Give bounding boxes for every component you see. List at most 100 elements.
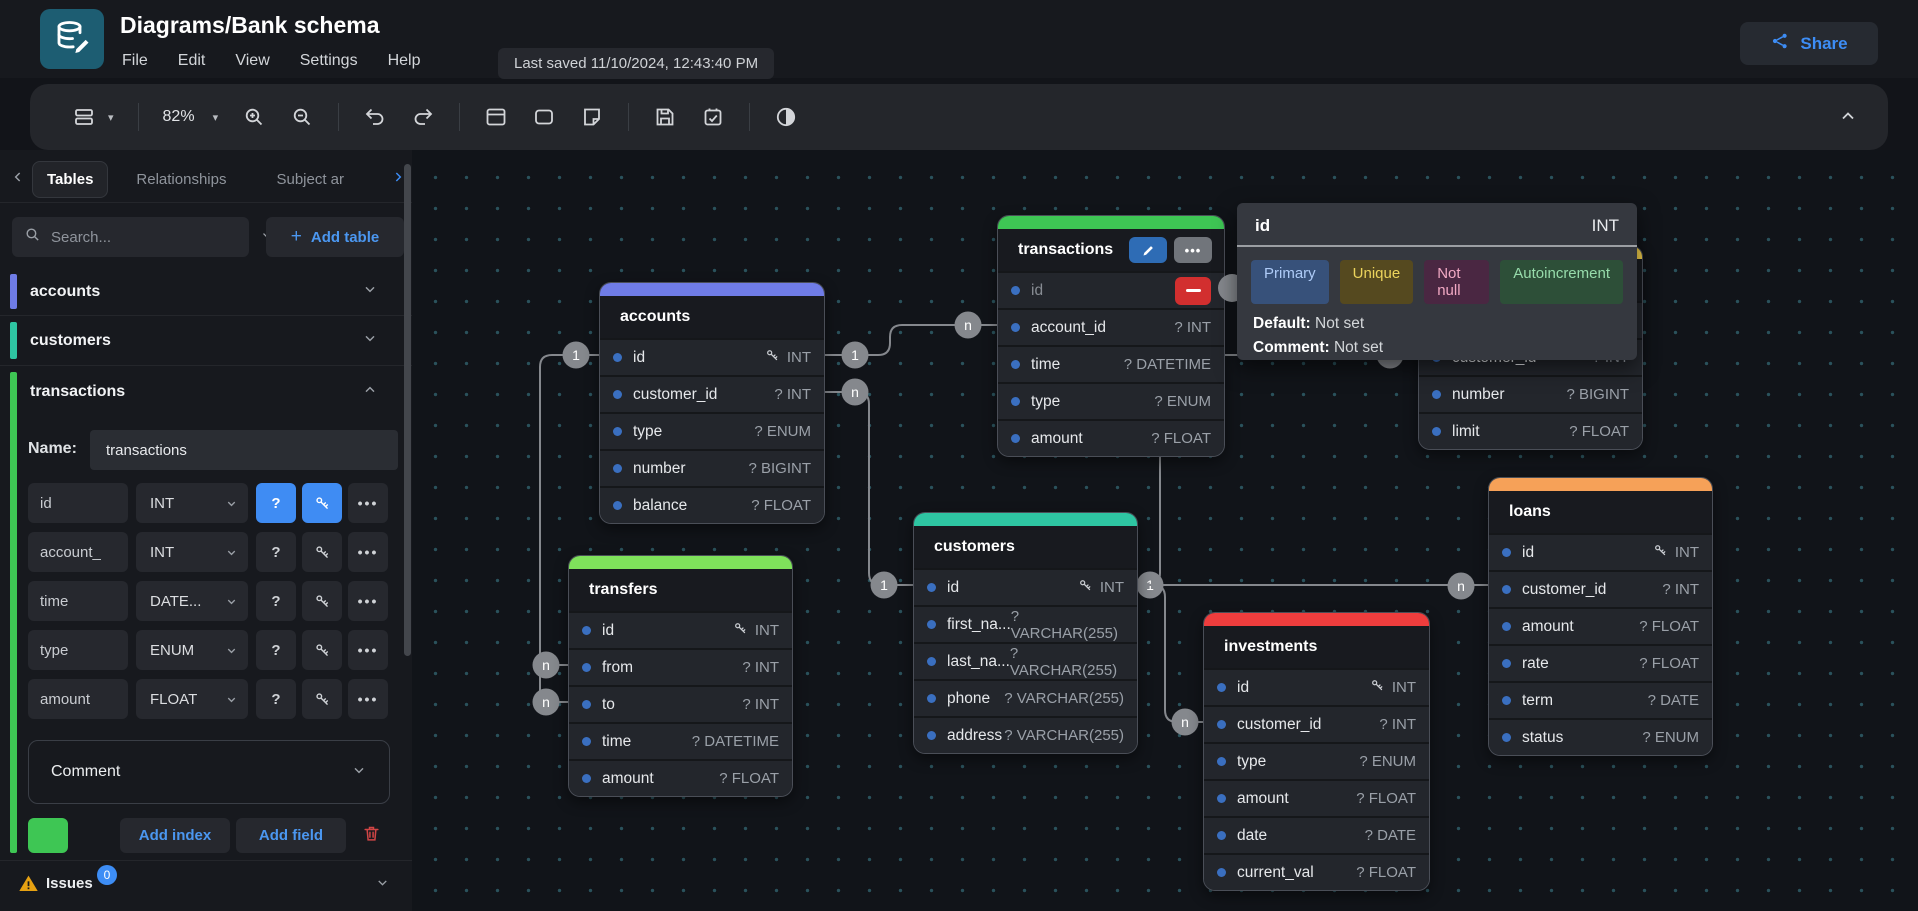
app-logo[interactable] [40,9,104,69]
nullable-toggle-amount[interactable]: ? [256,679,296,719]
issues-bar[interactable]: Issues 0 [0,860,412,911]
table-customers[interactable]: customersidINTfirst_na...? VARCHAR(255)l… [913,512,1138,754]
field-row-time[interactable]: time? DATETIME [998,345,1224,382]
field-type-select-type[interactable]: ENUM [136,630,248,670]
field-row-id[interactable]: idINT [914,568,1137,605]
field-row-number[interactable]: number? BIGINT [600,449,824,486]
table-header[interactable]: transactions••• [998,229,1224,271]
zoom-out-icon[interactable] [290,105,314,129]
table-header[interactable]: accounts [600,296,824,338]
field-row-customer_id[interactable]: customer_id? INT [1204,705,1429,742]
table-header[interactable]: customers [914,526,1137,568]
comment-section[interactable]: Comment [28,740,390,804]
share-button[interactable]: Share [1740,22,1878,65]
primary-key-toggle-id[interactable] [302,483,342,523]
add-area-icon[interactable] [532,105,556,129]
tab-relationships[interactable]: Relationships [122,162,240,197]
add-table-button[interactable]: + Add table [266,217,404,257]
zoom-in-icon[interactable] [242,105,266,129]
field-row-amount[interactable]: amount? FLOAT [998,419,1224,456]
field-row-to[interactable]: to? INT [569,685,792,722]
field-name-box-account_[interactable]: account_ [28,532,128,572]
undo-icon[interactable] [363,105,387,129]
field-row-id[interactable]: idINT [1489,533,1712,570]
table-name-input[interactable] [90,430,398,470]
field-more-button-amount[interactable]: ••• [348,679,388,719]
field-row-type[interactable]: type? ENUM [998,382,1224,419]
field-row-from[interactable]: from? INT [569,648,792,685]
field-row-customer_id[interactable]: customer_id? INT [1489,570,1712,607]
field-name-box-type[interactable]: type [28,630,128,670]
field-name-box-time[interactable]: time [28,581,128,621]
save-icon[interactable] [653,105,677,129]
table-color-swatch[interactable] [28,818,68,853]
table-accounts[interactable]: accountsidINTcustomer_id? INTtype? ENUMn… [599,282,825,524]
sidebar-item-customers[interactable]: customers [0,316,412,366]
field-row-status[interactable]: status? ENUM [1489,718,1712,755]
field-type-select-account_[interactable]: INT [136,532,248,572]
tab-tables[interactable]: Tables [32,161,108,198]
primary-key-toggle-type[interactable] [302,630,342,670]
nullable-toggle-id[interactable]: ? [256,483,296,523]
field-row-account_id[interactable]: account_id? INT [998,308,1224,345]
collapse-chevron-icon[interactable] [1836,104,1860,128]
nullable-toggle-account_[interactable]: ? [256,532,296,572]
add-index-button[interactable]: Add index [120,818,230,853]
field-row-id[interactable]: id [998,271,1224,308]
tab-subject-areas[interactable]: Subject ar [262,162,358,197]
tabs-scroll-left-icon[interactable] [10,169,26,190]
field-row-current_val[interactable]: current_val? FLOAT [1204,853,1429,890]
table-more-button[interactable]: ••• [1174,237,1212,263]
field-row-id[interactable]: idINT [600,338,824,375]
field-row-date[interactable]: date? DATE [1204,816,1429,853]
add-field-button[interactable]: Add field [236,818,346,853]
edit-table-button[interactable] [1129,237,1167,263]
field-row-amount[interactable]: amount? FLOAT [1489,607,1712,644]
field-row-number[interactable]: number? BIGINT [1419,375,1642,412]
sidebar-scrollbar[interactable] [404,164,411,656]
field-row-limit[interactable]: limit? FLOAT [1419,412,1642,449]
table-transactions[interactable]: transactions•••idaccount_id? INTtime? DA… [997,215,1225,457]
field-row-id[interactable]: idINT [569,611,792,648]
chevron-up-icon[interactable] [362,382,378,403]
field-row-amount[interactable]: amount? FLOAT [569,759,792,796]
sidebar-item-accounts[interactable]: accounts [0,268,412,316]
sidebar-item-transactions[interactable]: transactions [0,366,412,418]
nullable-toggle-type[interactable]: ? [256,630,296,670]
table-header[interactable]: investments [1204,626,1429,668]
field-row-customer_id[interactable]: customer_id? INT [600,375,824,412]
zoom-level[interactable]: 82% [163,108,195,126]
layout-rows-icon[interactable] [72,105,96,129]
field-type-select-time[interactable]: DATE... [136,581,248,621]
field-row-phone[interactable]: phone? VARCHAR(255) [914,679,1137,716]
primary-key-toggle-time[interactable] [302,581,342,621]
primary-key-toggle-account_[interactable] [302,532,342,572]
field-row-amount[interactable]: amount? FLOAT [1204,779,1429,816]
delete-field-button[interactable] [1175,277,1211,305]
field-name-box-id[interactable]: id [28,483,128,523]
table-header[interactable]: loans [1489,491,1712,533]
field-more-button-time[interactable]: ••• [348,581,388,621]
field-row-address[interactable]: address? VARCHAR(255) [914,716,1137,753]
menu-help[interactable]: Help [388,52,421,70]
add-note-icon[interactable] [580,105,604,129]
nullable-toggle-time[interactable]: ? [256,581,296,621]
field-row-last_na...[interactable]: last_na...? VARCHAR(255) [914,642,1137,679]
table-header[interactable]: transfers [569,569,792,611]
field-row-time[interactable]: time? DATETIME [569,722,792,759]
field-row-type[interactable]: type? ENUM [600,412,824,449]
delete-table-button[interactable] [352,818,390,853]
table-loans[interactable]: loansidINTcustomer_id? INTamount? FLOATr… [1488,477,1713,756]
field-more-button-account_[interactable]: ••• [348,532,388,572]
field-type-select-id[interactable]: INT [136,483,248,523]
field-row-first_na...[interactable]: first_na...? VARCHAR(255) [914,605,1137,642]
chevron-down-icon[interactable] [362,281,378,302]
caret-down-icon[interactable]: ▾ [108,111,114,124]
menu-settings[interactable]: Settings [300,52,358,70]
field-row-type[interactable]: type? ENUM [1204,742,1429,779]
field-type-select-amount[interactable]: FLOAT [136,679,248,719]
caret-down-icon[interactable]: ▾ [213,111,219,124]
field-row-rate[interactable]: rate? FLOAT [1489,644,1712,681]
table-search-box[interactable] [12,217,249,257]
menu-file[interactable]: File [122,52,148,70]
